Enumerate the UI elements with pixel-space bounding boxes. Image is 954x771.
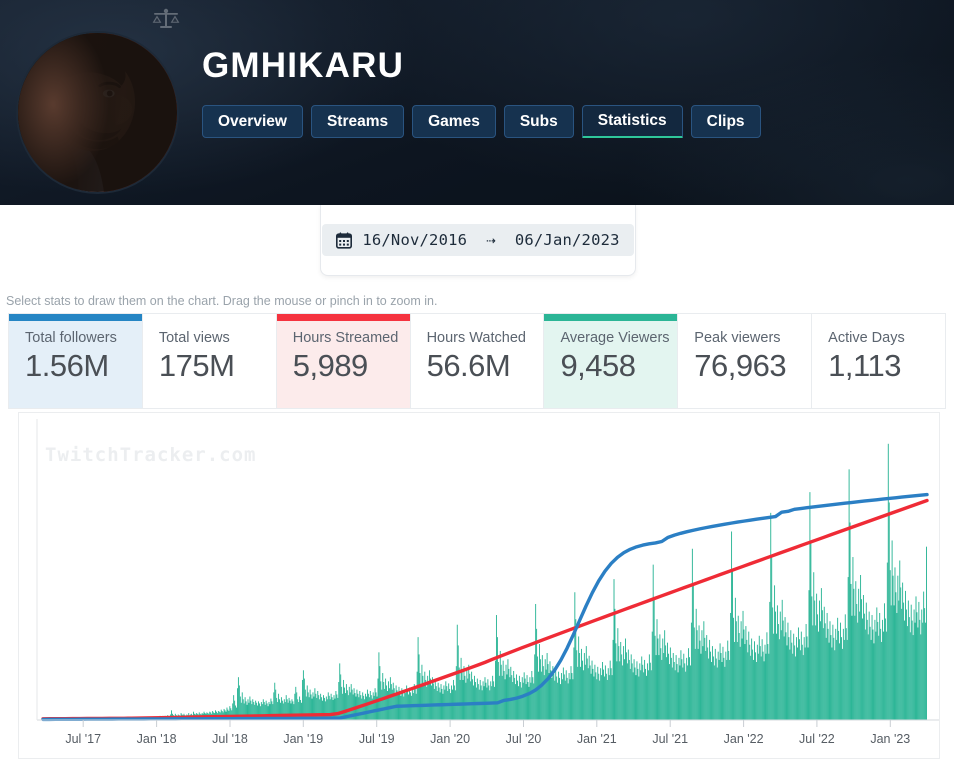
stat-card-total-views[interactable]: Total views 175M [142, 314, 277, 408]
profile-nav-tabs: Overview Streams Games Subs Statistics C… [202, 105, 761, 138]
stat-accent-bar [544, 314, 678, 321]
calendar-icon [336, 231, 353, 249]
avatar[interactable] [16, 31, 179, 194]
chart-x-tick-label: Jul '21 [652, 732, 688, 746]
statistics-chart[interactable]: TwitchTracker.com Jul '17 Jan '18 Jul '18 J… [18, 412, 940, 759]
profile-header: GMHIKARU Overview Streams Games Subs Sta… [0, 0, 954, 205]
chart-hint-text: Select stats to draw them on the chart. … [6, 294, 438, 308]
stat-label: Hours Watched [426, 330, 526, 346]
tab-statistics[interactable]: Statistics [581, 105, 683, 138]
stat-card-hours-watched[interactable]: Hours Watched 56.6M [410, 314, 545, 408]
chart-x-tick-label: Jul '17 [65, 732, 101, 746]
stat-label: Active Days [828, 330, 905, 346]
page-title: GMHIKARU [202, 46, 405, 85]
stat-value: 56.6M [426, 348, 511, 383]
chart-x-tick-label: Jan '18 [137, 732, 177, 746]
stat-accent-bar [276, 314, 410, 321]
tab-games[interactable]: Games [412, 105, 496, 138]
daterange-picker[interactable]: 16/Nov/2016 ⇢ 06/Jan/2023 [322, 224, 634, 256]
chart-bars-average-viewers [54, 443, 927, 720]
chart-x-tick-label: Jul '18 [212, 732, 248, 746]
stat-accent-bar [9, 314, 142, 321]
stat-label: Total followers [25, 330, 117, 346]
tab-overview[interactable]: Overview [202, 105, 303, 138]
chart-x-tick-label: Jan '23 [870, 732, 910, 746]
stat-label: Hours Streamed [292, 330, 399, 346]
stat-card-average-viewers[interactable]: Average Viewers 9,458 [544, 314, 679, 408]
tab-clips[interactable]: Clips [690, 105, 761, 138]
daterange-text: 16/Nov/2016 ⇢ 06/Jan/2023 [362, 231, 620, 249]
chart-x-tick-label: Jul '20 [506, 732, 542, 746]
stat-card-peak-viewers[interactable]: Peak viewers 76,963 [678, 314, 813, 408]
stat-card-hours-streamed[interactable]: Hours Streamed 5,989 [276, 314, 411, 408]
chart-x-tick-label: Jan '22 [724, 732, 764, 746]
avatar-image [18, 33, 177, 192]
stat-accent-bar [411, 314, 544, 321]
stat-label: Peak viewers [694, 330, 781, 346]
stat-value: 1.56M [25, 348, 109, 383]
stat-accent-bar [812, 314, 945, 321]
avatar-shading [18, 33, 177, 192]
chart-x-tick-label: Jan '21 [577, 732, 617, 746]
stat-accent-bar [678, 314, 811, 321]
stat-value: 5,989 [292, 348, 369, 383]
stat-value: 175M [158, 348, 235, 383]
stat-value: 1,113 [828, 348, 901, 383]
stat-card-total-followers[interactable]: Total followers 1.56M [9, 314, 143, 408]
stat-card-active-days[interactable]: Active Days 1,113 [812, 314, 946, 408]
tab-subs[interactable]: Subs [503, 105, 574, 138]
stats-card-row: Total followers 1.56M Total views 175M H… [8, 313, 946, 409]
chart-x-tick-label: Jul '19 [359, 732, 395, 746]
stat-value: 9,458 [560, 348, 636, 383]
stat-label: Total views [158, 330, 230, 346]
stat-value: 76,963 [694, 348, 787, 383]
stat-accent-bar [143, 314, 276, 321]
chart-canvas[interactable]: Jul '17 Jan '18 Jul '18 Jan '19 Jul '19 Jan '… [19, 413, 940, 759]
chart-x-tick-label: Jul '22 [799, 732, 835, 746]
stat-label: Average Viewers [560, 330, 670, 346]
tab-streams[interactable]: Streams [310, 105, 405, 138]
scales-icon [151, 7, 181, 31]
daterange-panel: 16/Nov/2016 ⇢ 06/Jan/2023 [320, 205, 636, 276]
chart-x-tick-label: Jan '20 [430, 732, 470, 746]
chart-x-tick-label: Jan '19 [283, 732, 323, 746]
